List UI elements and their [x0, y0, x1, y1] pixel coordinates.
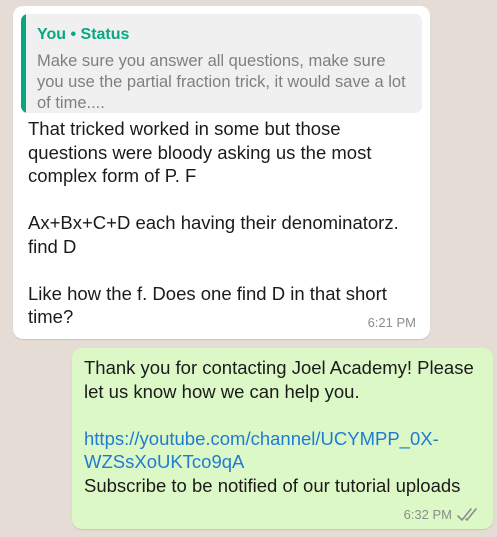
outgoing-message-time: 6:32 PM: [403, 507, 452, 522]
outgoing-message-bubble[interactable]: Thank you for contacting Joel Academy! P…: [72, 348, 493, 529]
youtube-channel-link[interactable]: https://youtube.com/channel/UCYMPP_0X-WZ…: [84, 428, 439, 473]
incoming-message-bubble[interactable]: You • Status Make sure you answer all qu…: [13, 6, 430, 339]
double-check-read-icon: [457, 508, 477, 521]
incoming-message-text: That tricked worked in some but those qu…: [28, 118, 399, 327]
quote-text: Make sure you answer all questions, make…: [37, 52, 406, 112]
outgoing-outro-text: Subscribe to be notified of our tutorial…: [84, 474, 461, 496]
incoming-message-time: 6:21 PM: [367, 315, 416, 330]
quote-author: You • Status: [37, 26, 130, 43]
quote-accent-bar: [21, 14, 26, 113]
outgoing-intro-text: Thank you for contacting Joel Academy! P…: [84, 357, 474, 402]
quoted-status-reply[interactable]: You • Status Make sure you answer all qu…: [21, 14, 422, 113]
outgoing-message-text: Thank you for contacting Joel Academy! P…: [84, 356, 484, 497]
